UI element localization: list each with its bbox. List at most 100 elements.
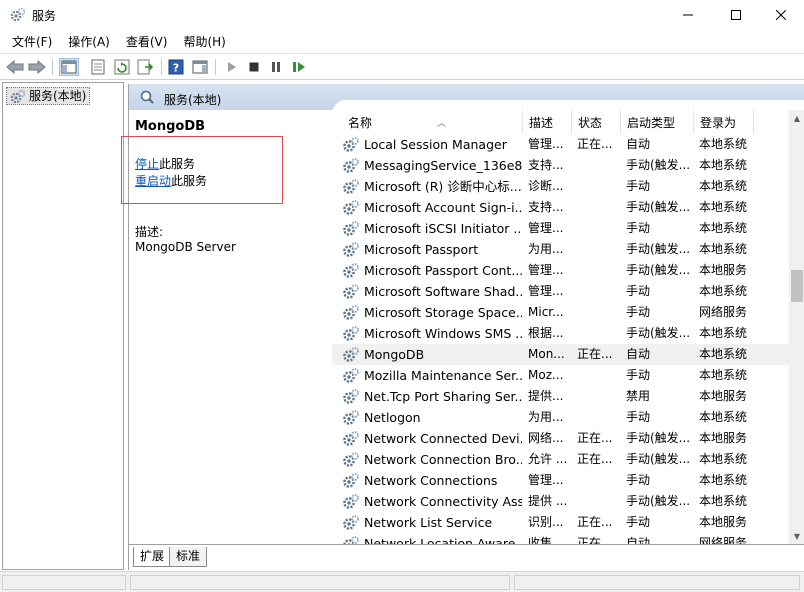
column-header-startup-type[interactable]: 启动类型 [621, 110, 694, 134]
service-row[interactable]: Mozilla Maintenance Ser... Moz... 手动 本地系统 [332, 365, 789, 386]
service-description-cell: 支持... [528, 200, 564, 214]
column-header-name[interactable]: 名称 ︿ [342, 110, 523, 134]
service-row[interactable]: Microsoft (R) 诊断中心标... 诊断... 手动 本地系统 [332, 176, 789, 197]
service-name-cell: Microsoft Passport [364, 242, 479, 257]
service-gear-icon [342, 388, 360, 406]
service-description-cell: 网络... [528, 431, 564, 445]
column-header-label: 登录为 [700, 116, 737, 130]
start-service-icon[interactable] [222, 58, 242, 76]
service-status-cell: 正在... [577, 431, 613, 445]
column-header-status[interactable]: 状态 [572, 110, 621, 134]
service-description-cell: 提供 ... [528, 494, 568, 508]
service-status-cell: 正在... [577, 452, 613, 466]
column-header-logon-as[interactable]: 登录为 [694, 110, 754, 134]
back-arrow-icon[interactable] [5, 58, 25, 76]
refresh-icon[interactable] [112, 58, 132, 76]
view-tabs: 扩展 标准 [129, 544, 804, 570]
service-row[interactable]: Net.Tcp Port Sharing Ser... 提供... 禁用 本地服务 [332, 386, 789, 407]
service-startup-type-cell: 自动 [626, 536, 651, 544]
scroll-up-arrow-icon[interactable]: ▲ [789, 110, 804, 126]
service-status-cell [577, 470, 621, 491]
service-row[interactable]: Network Connections 管理... 手动 本地系统 [332, 470, 789, 491]
service-row[interactable]: Microsoft Passport Cont... 管理... 手动(触发... 本… [332, 260, 789, 281]
service-gear-icon [342, 199, 360, 217]
properties-sheet-icon[interactable] [88, 58, 108, 76]
scrollbar-thumb[interactable] [791, 270, 803, 302]
help-icon[interactable]: ? [166, 58, 186, 76]
service-row[interactable]: Network List Service 识别... 正在... 手动 本地服务 [332, 512, 789, 533]
service-startup-type-cell: 手动 [626, 368, 651, 382]
services-list: 名称 ︿ 描述 状态 启动类型 登录为 Local Session Manager… [332, 110, 789, 544]
service-status-cell [577, 260, 621, 281]
scroll-down-arrow-icon[interactable]: ▼ [789, 528, 804, 544]
service-startup-type-cell: 手动 [626, 305, 651, 319]
service-status-cell [577, 323, 621, 344]
service-startup-type-cell: 手动 [626, 515, 651, 529]
service-logon-cell: 本地系统 [699, 158, 748, 172]
service-row[interactable]: Microsoft Software Shad... 管理... 手动 本地系统 [332, 281, 789, 302]
service-row[interactable]: Network Connection Bro... 允许 ... 正在... 手动(触… [332, 449, 789, 470]
service-status-cell [577, 239, 621, 260]
service-row[interactable]: MessagingService_136e8... 支持... 手动(触发... 本地… [332, 155, 789, 176]
service-startup-type-cell: 手动(触发... [626, 326, 690, 340]
service-row[interactable]: Microsoft Storage Space... Micr... 手动 网络服务 [332, 302, 789, 323]
tab-extended[interactable]: 扩展 [133, 547, 172, 567]
vertical-scrollbar[interactable]: ▲ ▼ [789, 110, 804, 544]
pause-service-icon[interactable] [266, 58, 286, 76]
service-gear-icon [342, 304, 360, 322]
maximize-button[interactable] [713, 0, 759, 30]
minimize-button[interactable] [665, 0, 711, 30]
export-list-icon[interactable] [136, 58, 156, 76]
close-button[interactable] [758, 0, 804, 30]
service-row[interactable]: Network Location Aware... 收集... 正在... 自动 网络服… [332, 533, 789, 544]
tree-node-services-local[interactable]: 服务(本地) [6, 87, 91, 105]
service-description-cell: 管理... [528, 137, 564, 151]
menu-file[interactable]: 文件(F) [6, 33, 58, 50]
service-row[interactable]: Local Session Manager 管理... 正在... 自动 本地系统 [332, 134, 789, 155]
menu-help[interactable]: 帮助(H) [177, 33, 231, 50]
service-description-cell: 支持... [528, 158, 564, 172]
status-panel [2, 575, 126, 590]
service-row[interactable]: Netlogon 为用... 手动 本地系统 [332, 407, 789, 428]
service-gear-icon [342, 136, 360, 154]
service-gear-icon [342, 367, 360, 385]
service-status-cell [577, 491, 621, 512]
service-logon-cell: 本地系统 [699, 410, 748, 424]
service-description-cell: 诊断... [528, 179, 564, 193]
service-row[interactable]: Network Connectivity Ass... 提供 ... 手动(触发..… [332, 491, 789, 512]
service-logon-cell: 本地服务 [699, 515, 748, 529]
column-header-label: 名称 [348, 116, 373, 130]
service-name-cell: Network Connectivity Ass... [364, 494, 522, 509]
service-row[interactable]: Microsoft Windows SMS ... 根据... 手动(触发... 本地… [332, 323, 789, 344]
console-tree-icon[interactable] [59, 58, 79, 76]
service-row[interactable]: Microsoft Account Sign-i... 支持... 手动(触发...… [332, 197, 789, 218]
menu-view[interactable]: 查看(V) [120, 33, 174, 50]
service-row[interactable]: Network Connected Devi... 网络... 正在... 手动(触发… [332, 428, 789, 449]
service-name-cell: Microsoft iSCSI Initiator ... [364, 221, 522, 236]
menu-action[interactable]: 操作(A) [62, 33, 116, 50]
service-gear-icon [342, 220, 360, 238]
service-startup-type-cell: 自动 [626, 347, 651, 361]
restart-service-icon[interactable] [289, 58, 309, 76]
tab-standard[interactable]: 标准 [169, 547, 208, 567]
action-pane-icon[interactable] [190, 58, 210, 76]
service-gear-icon [342, 535, 360, 544]
service-gear-icon [342, 157, 360, 175]
service-description-cell: 根据... [528, 326, 564, 340]
service-status-cell: 正在... [577, 347, 613, 361]
service-row[interactable]: Microsoft Passport 为用... 手动(触发... 本地系统 [332, 239, 789, 260]
service-status-cell [577, 218, 621, 239]
description-value: MongoDB Server [135, 240, 236, 254]
column-header-description[interactable]: 描述 [523, 110, 572, 134]
service-description-cell: 管理... [528, 284, 564, 298]
service-status-cell: 正在... [577, 137, 613, 151]
service-logon-cell: 本地系统 [699, 368, 748, 382]
service-name-cell: Network Connections [364, 473, 498, 488]
stop-service-icon[interactable] [244, 58, 264, 76]
main-header-band: 服务(本地) [129, 84, 804, 114]
services-window: 服务 文件(F) 操作(A) 查看(V) 帮助(H) ? 服务(本地) 服务(本… [0, 0, 804, 592]
service-row[interactable]: Microsoft iSCSI Initiator ... 管理... 手动 本地系统 [332, 218, 789, 239]
service-description-cell: Micr... [528, 305, 564, 319]
service-row[interactable]: MongoDB Mon... 正在... 自动 本地系统 [332, 344, 789, 365]
forward-arrow-icon[interactable] [27, 58, 47, 76]
